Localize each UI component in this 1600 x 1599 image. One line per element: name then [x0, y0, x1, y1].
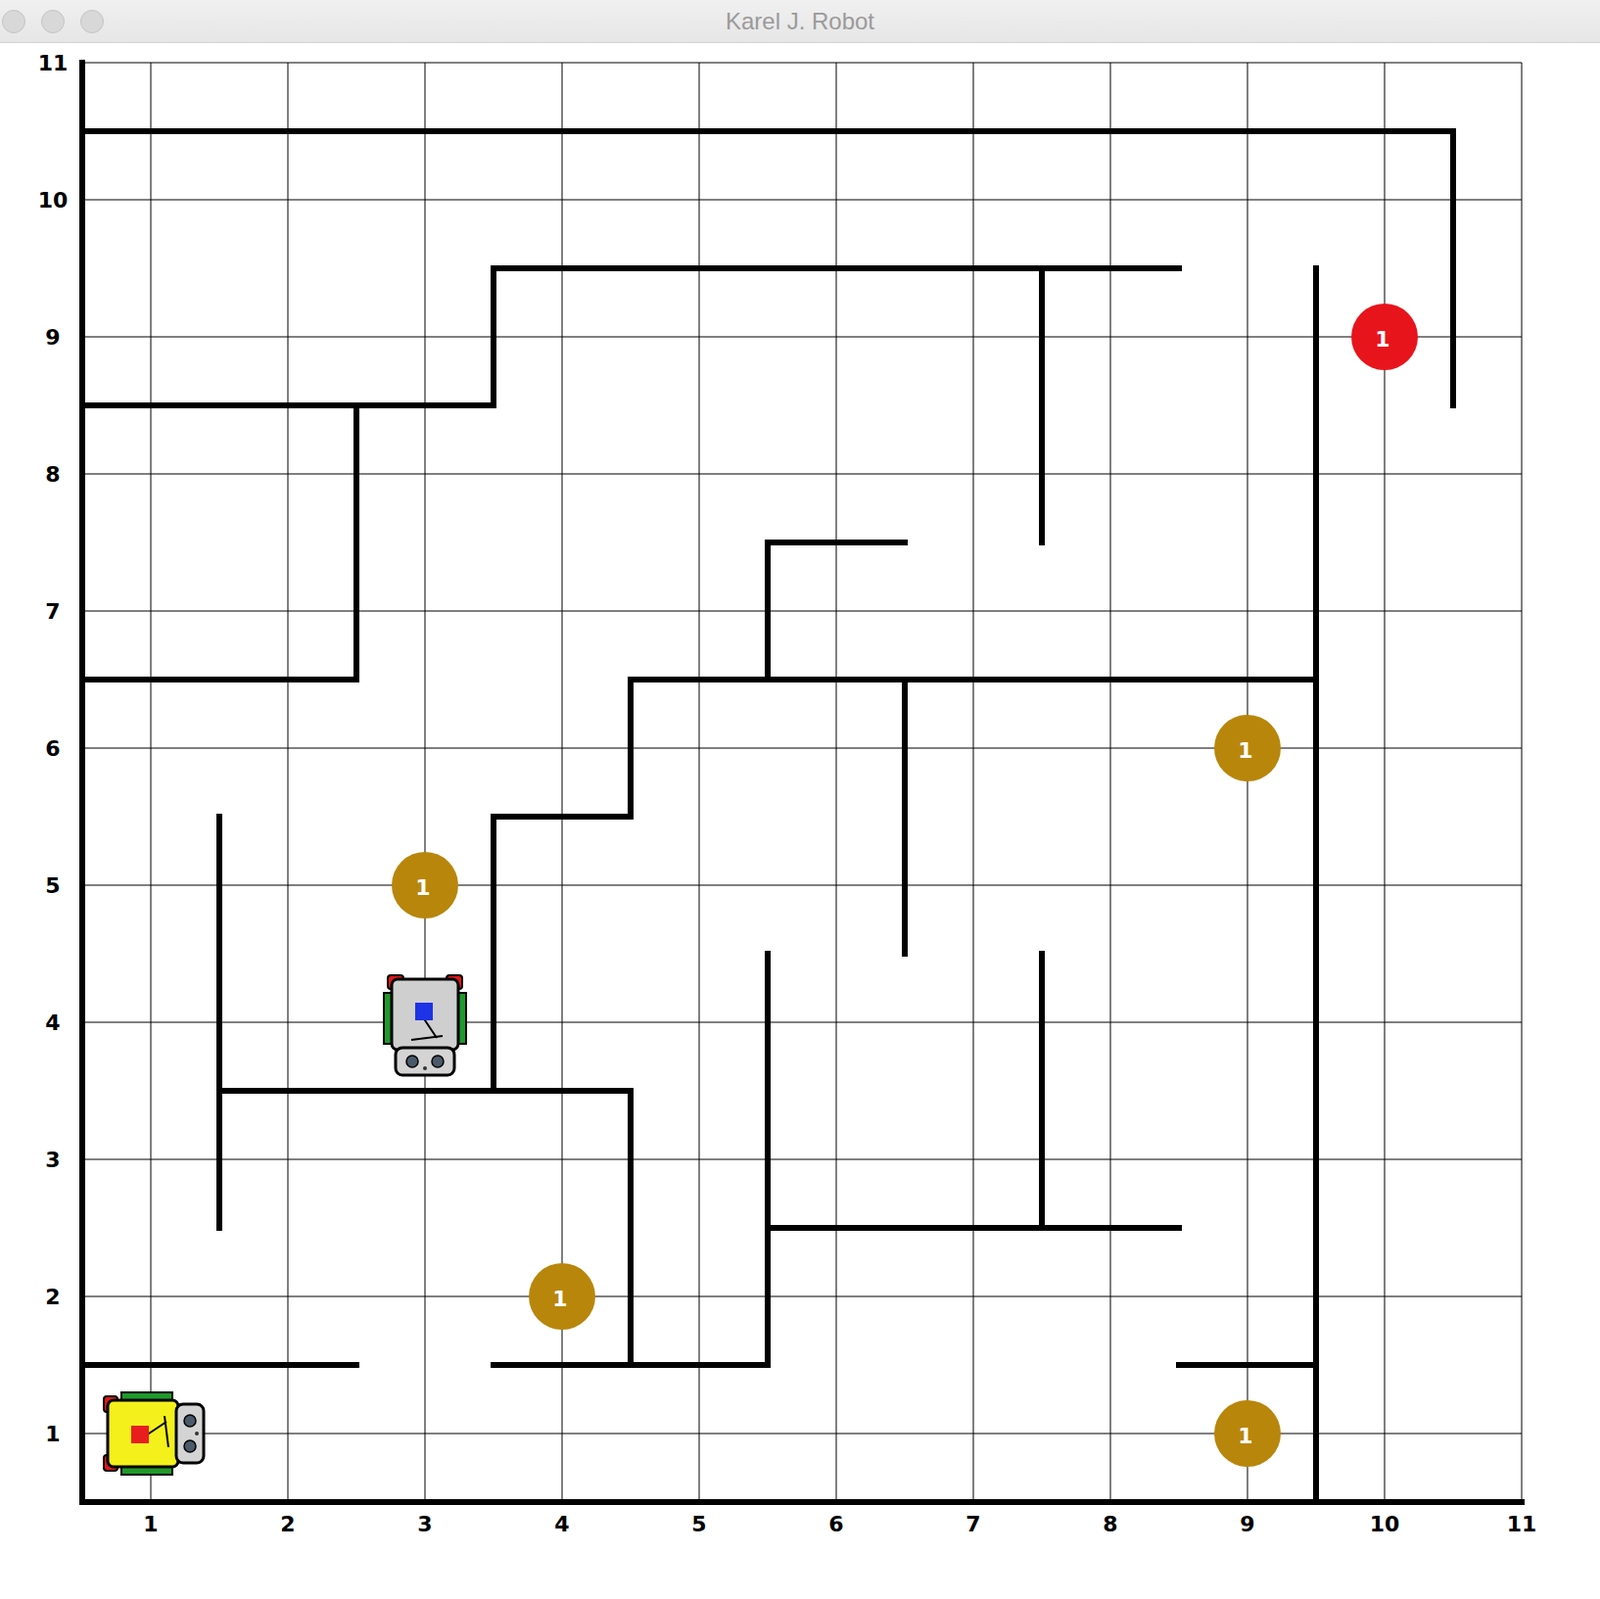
street-line [82, 885, 1522, 887]
street-line [82, 1433, 1522, 1435]
avenue-label: 10 [1369, 1511, 1401, 1537]
wall [630, 676, 1317, 683]
avenue-label: 3 [417, 1511, 432, 1537]
street-line [82, 1022, 1522, 1024]
wall [493, 813, 631, 820]
beeper-count: 1 [415, 875, 430, 900]
street-label: 9 [45, 325, 60, 350]
street-label: 3 [45, 1147, 60, 1173]
wall [1178, 1362, 1317, 1368]
wall [767, 1224, 1179, 1231]
wall [493, 265, 1179, 272]
street-label: 10 [38, 188, 69, 213]
wall [82, 402, 494, 409]
world-map: 1234567891011123456789101111111 [0, 43, 1600, 1599]
avenue-label: 2 [280, 1511, 295, 1537]
avenue-label: 6 [828, 1511, 844, 1537]
wall [767, 539, 905, 546]
avenue-line [1247, 62, 1249, 1503]
avenue-label: 5 [691, 1511, 706, 1537]
wall [1313, 268, 1319, 1503]
avenue-line [1384, 62, 1386, 1503]
beeper-icon [528, 1263, 596, 1330]
street-line [82, 1296, 1522, 1298]
world-canvas: 1234567891011123456789101111111 [0, 43, 1600, 1599]
wall [1450, 131, 1457, 406]
beeper[interactable]: 1 [391, 851, 459, 919]
wall [82, 1499, 1522, 1506]
beeper-count: 1 [1237, 738, 1253, 763]
window-title: Karel J. Robot [195, 7, 1405, 36]
beeper-count: 1 [1237, 1423, 1253, 1449]
street-line [82, 1159, 1522, 1161]
street-line [82, 62, 1522, 64]
wall [764, 953, 771, 1365]
wall [216, 816, 223, 1228]
street-line [82, 611, 1522, 612]
avenue-label: 8 [1102, 1511, 1118, 1537]
wall [901, 679, 908, 954]
beeper[interactable]: 1 [1214, 1400, 1281, 1467]
street-label: 1 [45, 1421, 60, 1447]
street-line [82, 473, 1522, 475]
street-label: 6 [45, 736, 60, 761]
avenue-label: 1 [142, 1511, 158, 1537]
avenue-label: 9 [1239, 1511, 1255, 1537]
beeper-icon [1214, 1400, 1281, 1467]
beeper-icon [1214, 714, 1281, 782]
avenue-label: 7 [965, 1511, 981, 1537]
avenue-line [424, 62, 426, 1503]
karel-window: Karel J. Robot12345678910111234567891011… [0, 0, 1600, 1599]
street-line [82, 199, 1522, 201]
grid [82, 62, 1522, 1503]
beeper-count: 1 [1374, 327, 1390, 352]
wall [490, 816, 497, 1091]
wall [493, 1362, 768, 1368]
wall [627, 1090, 634, 1365]
beeper[interactable]: 1 [1351, 303, 1418, 371]
axis-labels: 12345678910111234567891011 [38, 50, 1538, 1537]
street-label: 8 [45, 462, 60, 487]
minimize-button[interactable] [41, 9, 65, 34]
wall [490, 268, 497, 406]
avenue-line [287, 62, 289, 1503]
close-button[interactable] [1, 9, 26, 34]
street-label: 7 [45, 599, 60, 624]
avenue-label: 4 [554, 1511, 569, 1537]
street-label: 11 [38, 50, 69, 76]
beeper-icon [391, 851, 459, 919]
window-controls [0, 9, 196, 34]
beeper-count: 1 [552, 1286, 567, 1312]
street-line [82, 336, 1522, 338]
wall [82, 1362, 357, 1368]
street-label: 4 [45, 1010, 60, 1036]
wall [353, 405, 360, 680]
title-bar: Karel J. Robot [0, 0, 1600, 44]
robot-icon[interactable] [103, 1392, 204, 1475]
wall [82, 676, 357, 683]
wall [82, 128, 1454, 135]
avenue-line [150, 62, 152, 1503]
wall [627, 679, 634, 817]
avenue-line [1110, 62, 1112, 1503]
beeper-icon [1351, 303, 1418, 371]
avenue-line [1521, 62, 1523, 1503]
wall [79, 62, 86, 1503]
wall [1038, 268, 1045, 543]
avenue-line [973, 62, 975, 1503]
wall [764, 542, 771, 680]
wall [219, 1087, 631, 1094]
avenue-label: 11 [1506, 1511, 1538, 1537]
beeper[interactable]: 1 [528, 1263, 596, 1330]
street-label: 5 [45, 873, 60, 898]
street-line [82, 748, 1522, 750]
street-label: 2 [45, 1284, 60, 1310]
beeper[interactable]: 1 [1214, 714, 1281, 782]
avenue-line [699, 62, 701, 1503]
robot-icon[interactable] [383, 975, 467, 1076]
wall [1038, 953, 1045, 1228]
avenue-line [836, 62, 838, 1503]
walls [82, 62, 1522, 1503]
zoom-button[interactable] [80, 9, 104, 34]
